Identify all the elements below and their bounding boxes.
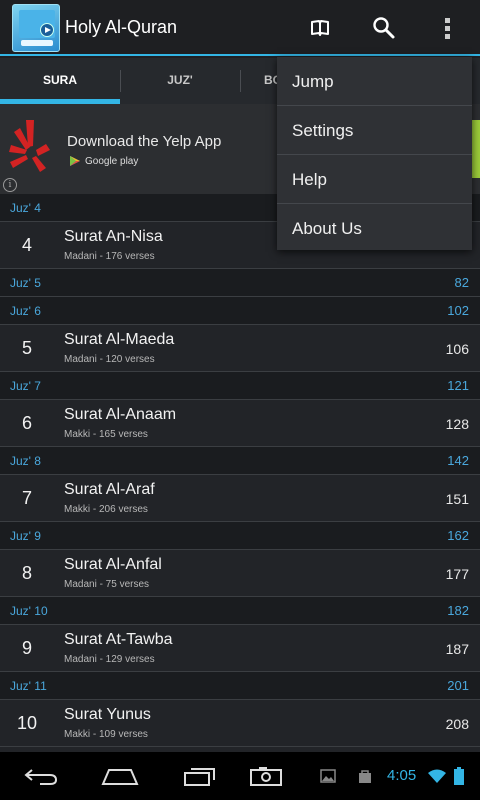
sura-row[interactable]: 6 Surat Al-Anaam Makki - 165 verses 128 [0, 400, 480, 447]
search-icon[interactable] [366, 10, 402, 46]
sura-page: 106 [445, 341, 469, 357]
ad-cta-strip[interactable] [472, 120, 480, 178]
yelp-logo-icon [6, 116, 54, 180]
tab-juz[interactable]: JUZ' [120, 58, 240, 104]
book-icon[interactable] [302, 10, 338, 46]
sura-row[interactable]: 7 Surat Al-Araf Makki - 206 verses 151 [0, 475, 480, 522]
sura-details: Madani - 176 verses [64, 251, 155, 262]
juz-page: 102 [447, 303, 469, 318]
sura-number: 6 [21, 413, 32, 433]
sura-details: Madani - 75 verses [64, 579, 150, 590]
sura-page: 187 [445, 641, 469, 657]
juz-header-row: Juz' 10 182 [0, 597, 480, 625]
recent-apps-icon[interactable] [180, 762, 220, 790]
gallery-notification-icon [318, 762, 338, 790]
sura-row[interactable]: 10 Surat Yunus Makki - 109 verses 208 [0, 700, 480, 747]
juz-name: Juz' 8 [10, 454, 41, 468]
sura-page: 151 [445, 491, 469, 507]
juz-page: 142 [447, 453, 469, 468]
ad-headline: Download the Yelp App [67, 133, 222, 150]
google-play-badge: Google play [69, 155, 138, 167]
sura-name: Surat Al-Maeda [64, 331, 175, 348]
sura-details: Makki - 206 verses [64, 504, 148, 515]
sura-number: 5 [21, 338, 32, 358]
juz-header-row: Juz' 9 162 [0, 522, 480, 550]
juz-name: Juz' 6 [10, 304, 41, 318]
juz-page: 121 [447, 378, 469, 393]
system-nav-bar: 4:05 [0, 752, 480, 800]
screenshot-icon[interactable] [246, 762, 286, 790]
app-screen: Holy Al-Quran SURA JUZ' BO Download the … [0, 0, 480, 800]
overflow-menu: Jump Settings Help About Us [277, 57, 472, 250]
juz-name: Juz' 9 [10, 529, 41, 543]
google-play-label: Google play [85, 155, 139, 167]
juz-header-row: Juz' 11 201 [0, 672, 480, 700]
sura-details: Makki - 109 verses [64, 729, 148, 740]
app-logo-icon[interactable] [12, 4, 60, 52]
menu-item-about-us[interactable]: About Us [277, 204, 472, 253]
juz-header-row: Juz' 5 82 [0, 269, 480, 297]
sura-page: 128 [445, 416, 469, 432]
sura-number: 10 [16, 713, 38, 733]
sura-number: 9 [21, 638, 32, 658]
sura-page: 177 [445, 566, 469, 582]
sura-number: 8 [21, 563, 32, 583]
sura-name: Surat Al-Araf [64, 481, 155, 498]
sura-number: 4 [21, 235, 32, 255]
juz-page: 201 [447, 678, 469, 693]
sura-details: Madani - 129 verses [64, 654, 155, 665]
tab-sura[interactable]: SURA [0, 58, 120, 104]
battery-icon [452, 762, 466, 790]
home-icon[interactable] [100, 762, 140, 790]
menu-item-settings[interactable]: Settings [277, 106, 472, 155]
sura-details: Madani - 120 verses [64, 354, 155, 365]
sura-details: Makki - 165 verses [64, 429, 148, 440]
sura-list[interactable]: Juz' 4 4 Surat An-Nisa Madani - 176 verses J… [0, 194, 480, 752]
menu-item-jump[interactable]: Jump [277, 57, 472, 106]
juz-page: 182 [447, 603, 469, 618]
juz-header-row: Juz' 7 121 [0, 372, 480, 400]
sura-name: Surat Al-Anfal [64, 556, 162, 573]
sura-name: Surat Yunus [64, 706, 151, 723]
overflow-menu-icon[interactable] [430, 10, 466, 46]
sura-name: Surat An-Nisa [64, 228, 163, 245]
sura-row[interactable]: 5 Surat Al-Maeda Madani - 120 verses 106 [0, 325, 480, 372]
sura-name: Surat At-Tawba [64, 631, 173, 648]
sura-name: Surat Al-Anaam [64, 406, 177, 423]
juz-name: Juz' 4 [10, 201, 41, 215]
juz-name: Juz' 7 [10, 379, 41, 393]
sura-row[interactable]: 8 Surat Al-Anfal Madani - 75 verses 177 [0, 550, 480, 597]
sura-row[interactable]: 9 Surat At-Tawba Madani - 129 verses 187 [0, 625, 480, 672]
action-bar: Holy Al-Quran [0, 0, 480, 56]
back-icon[interactable] [22, 762, 62, 790]
juz-name: Juz' 11 [10, 679, 47, 693]
google-play-icon [70, 156, 80, 166]
sura-number: 7 [21, 488, 32, 508]
bag-notification-icon [355, 762, 375, 790]
menu-item-help[interactable]: Help [277, 155, 472, 204]
app-title: Holy Al-Quran [65, 17, 178, 37]
juz-header-row: Juz' 8 142 [0, 447, 480, 475]
juz-page: 162 [447, 528, 469, 543]
juz-header-row: Juz' 6 102 [0, 297, 480, 325]
juz-name: Juz' 5 [10, 276, 41, 290]
wifi-icon [426, 762, 448, 790]
clock: 4:05 [387, 767, 417, 784]
sura-page: 208 [445, 716, 469, 732]
ad-info-icon[interactable]: i [3, 178, 17, 192]
juz-page: 82 [454, 275, 469, 290]
juz-name: Juz' 10 [10, 604, 48, 618]
